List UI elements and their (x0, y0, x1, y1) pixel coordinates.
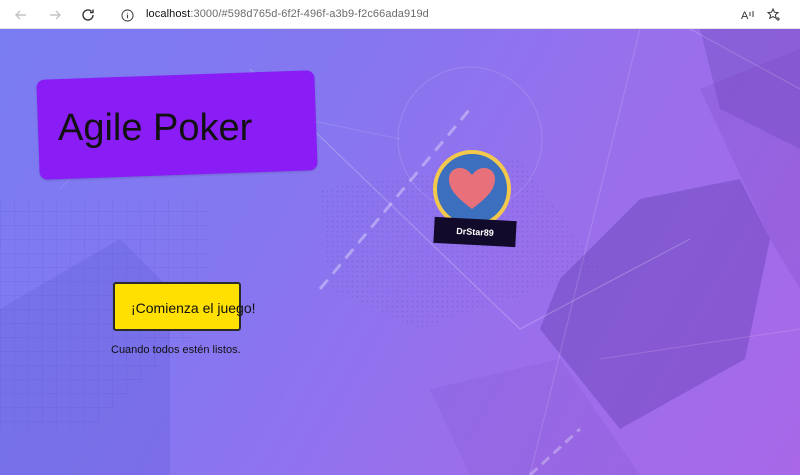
info-icon[interactable] (118, 6, 136, 24)
app-page: Agile Poker DrStar89 ¡Comienza el juego!… (0, 29, 800, 475)
url-path: :3000/#598d765d-6f2f-496f-a3b9-f2c66ada9… (190, 8, 429, 20)
player-avatar (433, 150, 511, 228)
url-host: localhost (146, 8, 191, 20)
read-aloud-icon[interactable]: A (740, 6, 758, 24)
start-hint-text: Cuando todos estén listos. (111, 344, 241, 356)
start-game-label[interactable]: ¡Comienza el juego! (131, 300, 256, 316)
player-name-tag: DrStar89 (433, 216, 517, 248)
add-favorite-icon[interactable] (765, 6, 783, 24)
player-card: DrStar89 (432, 149, 518, 251)
read-aloud-glyph: A (741, 10, 749, 22)
player-name: DrStar89 (455, 226, 495, 238)
forward-arrow-icon[interactable] (44, 4, 66, 26)
app-title: Agile Poker (58, 107, 253, 149)
heart-icon (449, 168, 495, 209)
reload-icon[interactable] (77, 4, 99, 26)
browser-toolbar: localhost:3000/#598d765d-6f2f-496f-a3b9-… (0, 0, 800, 29)
address-bar[interactable]: localhost:3000/#598d765d-6f2f-496f-a3b9-… (106, 3, 794, 26)
url-text[interactable]: localhost:3000/#598d765d-6f2f-496f-a3b9-… (146, 8, 429, 20)
back-arrow-icon[interactable] (10, 4, 32, 26)
